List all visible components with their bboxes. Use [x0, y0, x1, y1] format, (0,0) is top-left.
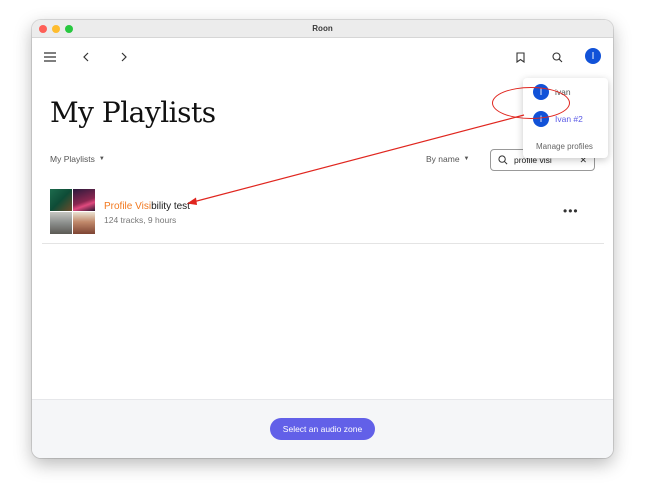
- avatar: I: [533, 84, 549, 100]
- profile-menu: I ivan I Ivan #2 Manage profiles: [523, 78, 608, 158]
- playlist-artwork: [50, 189, 95, 234]
- search-icon: [498, 155, 508, 165]
- profile-avatar-button[interactable]: I: [585, 48, 601, 64]
- window-title: Roon: [312, 24, 333, 33]
- playlist-row[interactable]: Profile Visibility test 124 tracks, 9 ho…: [42, 184, 604, 244]
- sort-dropdown[interactable]: By name ▼: [426, 154, 470, 164]
- playlist-title-rest: bility test: [151, 201, 190, 212]
- album-art-tile: [73, 189, 95, 211]
- profile-item-ivan[interactable]: I ivan: [533, 84, 571, 100]
- more-options-icon[interactable]: •••: [563, 204, 579, 218]
- profile-name: ivan: [555, 87, 571, 97]
- window-controls: [39, 25, 73, 33]
- album-art-tile: [50, 189, 72, 211]
- toolbar: [32, 38, 613, 76]
- hamburger-icon[interactable]: [41, 48, 59, 66]
- select-audio-zone-button[interactable]: Select an audio zone: [270, 418, 375, 440]
- sort-label: By name: [426, 154, 460, 164]
- avatar: I: [533, 111, 549, 127]
- search-icon[interactable]: [548, 48, 566, 66]
- zoom-window-button[interactable]: [65, 25, 73, 33]
- minimize-window-button[interactable]: [52, 25, 60, 33]
- page-title: My Playlists: [50, 96, 216, 129]
- close-window-button[interactable]: [39, 25, 47, 33]
- album-art-tile: [50, 212, 72, 234]
- playlist-subtitle: 124 tracks, 9 hours: [104, 215, 177, 225]
- filter-label: My Playlists: [50, 154, 95, 164]
- caret-down-icon: ▼: [463, 156, 470, 162]
- caret-down-icon: ▼: [98, 156, 105, 162]
- chevron-right-icon[interactable]: [115, 48, 133, 66]
- footer-bar: Select an audio zone: [32, 399, 613, 458]
- title-bar: Roon: [32, 20, 613, 38]
- album-art-tile: [73, 212, 95, 234]
- playlist-filter-dropdown[interactable]: My Playlists ▼: [50, 154, 105, 164]
- profile-item-ivan-2[interactable]: I Ivan #2: [533, 111, 583, 127]
- chevron-left-icon[interactable]: [77, 48, 95, 66]
- playlist-title[interactable]: Profile Visibility test: [104, 201, 190, 212]
- app-window: Roon I My Playlists My Playlists ▼ By na…: [32, 20, 613, 458]
- profile-name: Ivan #2: [555, 114, 583, 124]
- bookmark-icon[interactable]: [511, 48, 529, 66]
- search-match-highlight: Profile Visi: [104, 201, 152, 212]
- manage-profiles-link[interactable]: Manage profiles: [536, 142, 593, 151]
